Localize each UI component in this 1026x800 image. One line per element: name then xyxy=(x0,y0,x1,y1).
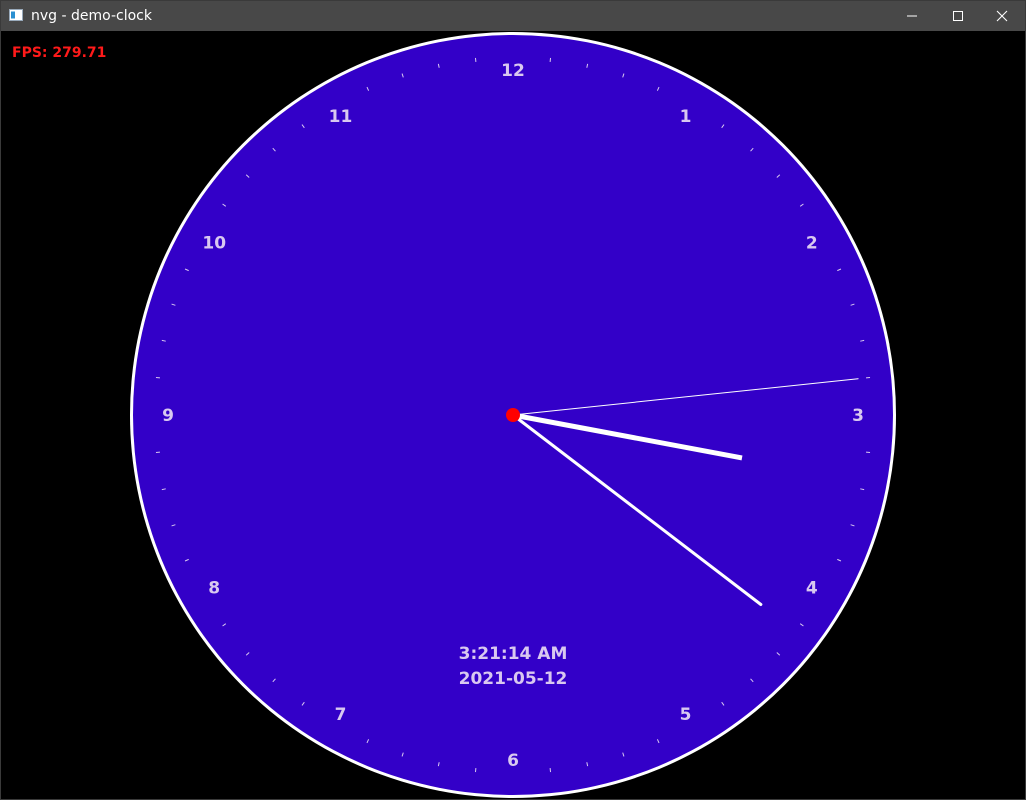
hour-numeral: 6 xyxy=(507,751,519,771)
hour-numeral: 9 xyxy=(162,406,174,426)
hour-numeral: 7 xyxy=(335,705,347,725)
close-button[interactable] xyxy=(979,1,1025,31)
render-canvas[interactable]: 12 1 2 3 4 5 6 7 8 9 10 11 3:21:14 AM 2021-05-12 FP… xyxy=(1,31,1025,799)
maximize-icon xyxy=(953,11,963,21)
maximize-button[interactable] xyxy=(935,1,981,31)
hour-numeral: 4 xyxy=(806,579,818,599)
fps-counter: FPS: 279.71 xyxy=(12,45,107,61)
hour-numeral: 10 xyxy=(202,234,226,254)
hour-numeral: 3 xyxy=(852,406,864,426)
analog-clock: 121234567891011 3:21:14 AM 2021-05-12 xyxy=(130,32,896,798)
hour-numeral: 8 xyxy=(208,579,220,599)
hour-numeral: 12 xyxy=(501,61,525,81)
app-icon xyxy=(9,9,23,21)
title-bar[interactable]: nvg - demo-clock xyxy=(1,1,1025,31)
center-dot xyxy=(506,408,520,422)
close-icon xyxy=(996,10,1008,22)
hour-numeral: 11 xyxy=(329,107,353,127)
hour-numeral: 2 xyxy=(806,234,818,254)
hour-numeral: 1 xyxy=(680,107,692,127)
hour-numeral: 5 xyxy=(680,705,692,725)
minimize-button[interactable] xyxy=(889,1,935,31)
app-window: nvg - demo-clock 12 1 2 3 4 5 6 7 8 9 10 11 3:21:14… xyxy=(0,0,1026,800)
digital-date: 2021-05-12 xyxy=(459,669,568,689)
window-title: nvg - demo-clock xyxy=(31,8,152,24)
digital-time: 3:21:14 AM xyxy=(459,644,568,664)
minimize-icon xyxy=(907,15,917,17)
